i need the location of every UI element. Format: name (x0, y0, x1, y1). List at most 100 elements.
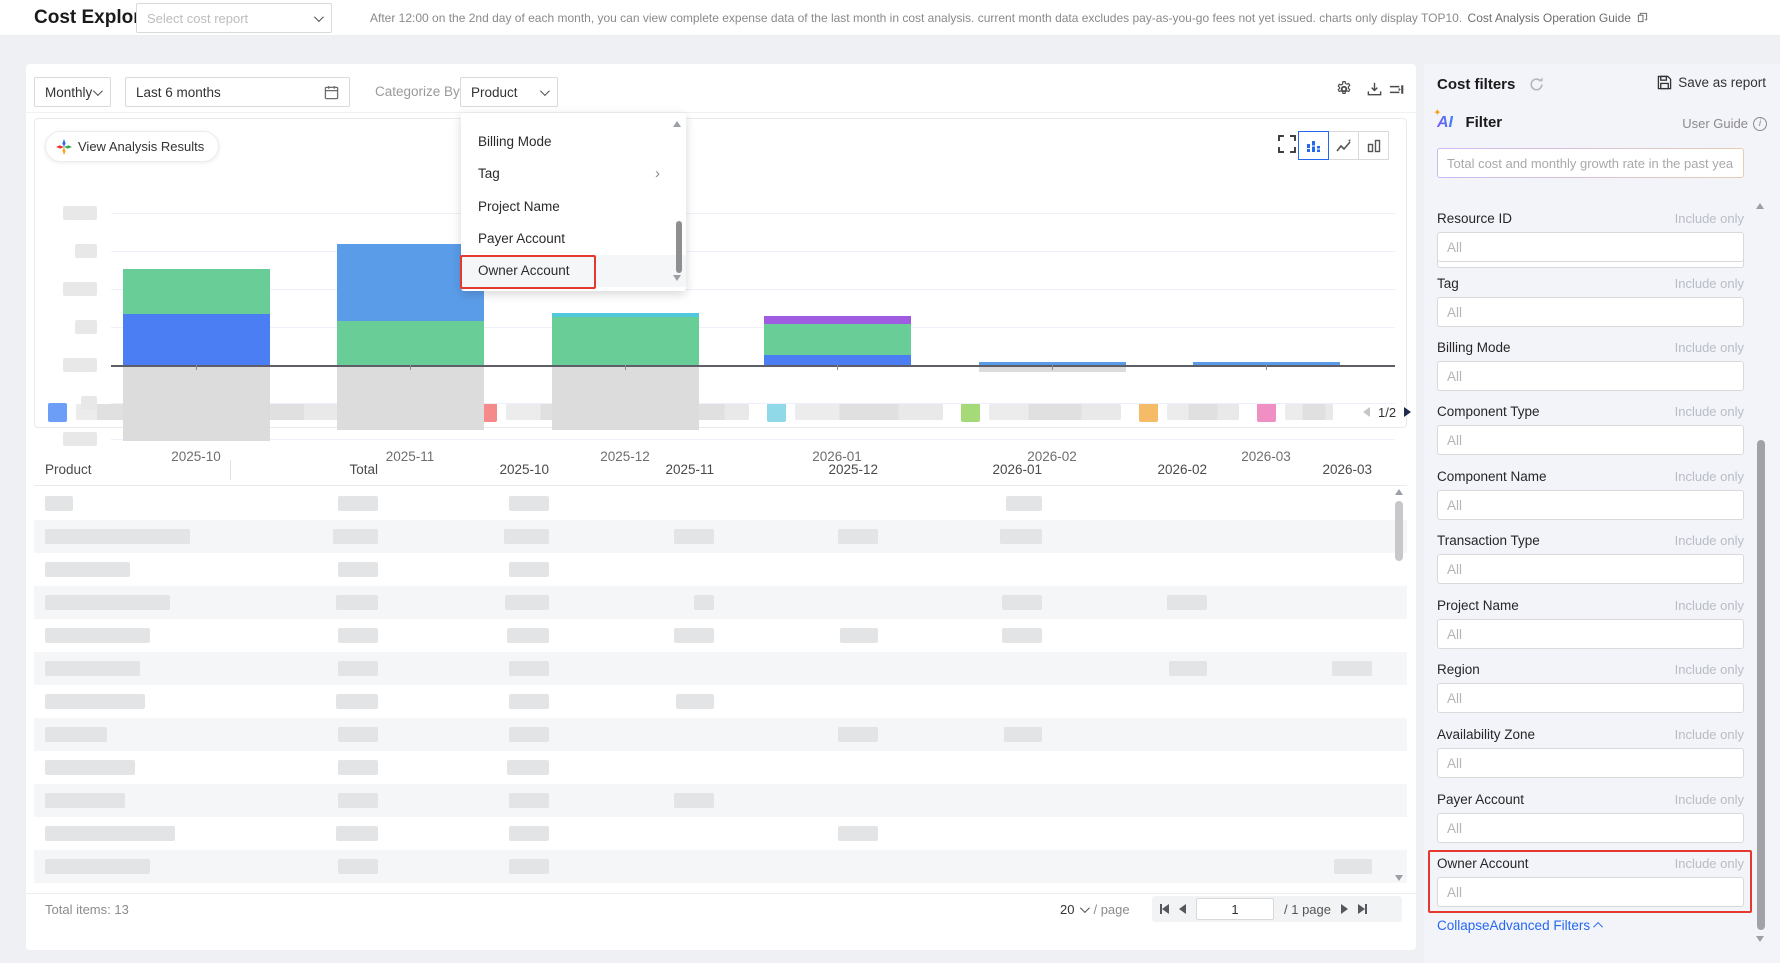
include-only-label: Include only (1674, 856, 1744, 871)
filter-input-project-name[interactable] (1437, 619, 1744, 649)
include-only-label: Include only (1674, 469, 1744, 484)
redacted-y-axis-label (75, 244, 97, 258)
download-icon[interactable] (1363, 78, 1385, 100)
redacted-value-cell (1000, 529, 1042, 544)
chevron-down-icon (92, 85, 103, 96)
table-row[interactable] (34, 784, 1407, 817)
last-page-button[interactable] (1358, 904, 1367, 914)
collapse-advanced-filters-link[interactable]: CollapseAdvanced Filters (1437, 918, 1604, 933)
filter-input-transaction-type[interactable] (1437, 554, 1744, 584)
date-range-picker[interactable]: Last 6 months (125, 77, 350, 107)
table-row[interactable] (34, 553, 1407, 586)
filter-input-component-type[interactable] (1437, 425, 1744, 455)
save-as-report-button[interactable]: Save as report (1657, 75, 1766, 90)
menu-item-billing-mode[interactable]: Billing Mode (461, 126, 686, 158)
bar-segment-2026-01[interactable] (763, 316, 911, 324)
bar-negative-segment-2025-10[interactable] (122, 367, 270, 441)
bar-segment-2026-01[interactable] (763, 355, 911, 365)
bar-negative-segment-2025-12[interactable] (551, 367, 699, 430)
table-row[interactable] (34, 718, 1407, 751)
legend-next-icon[interactable] (1404, 407, 1412, 417)
view-analysis-results-button[interactable]: View Analysis Results (45, 131, 220, 162)
include-only-label: Include only (1674, 598, 1744, 613)
cost-report-select[interactable]: Select cost report (136, 3, 332, 33)
column-header-2025-10: 2025-10 (499, 462, 549, 477)
filter-input-component-name[interactable] (1437, 490, 1744, 520)
table-scrollbar[interactable] (1394, 487, 1404, 885)
filter-input-tag[interactable] (1437, 297, 1744, 327)
legend-item[interactable] (767, 402, 943, 422)
next-page-button[interactable] (1341, 904, 1348, 914)
legend-item[interactable] (961, 402, 1121, 422)
ai-filter-header: ✦ AI Filter User Guide i (1434, 108, 1767, 136)
calendar-icon (324, 85, 339, 99)
menu-item-owner-account[interactable]: Owner Account (461, 255, 686, 288)
redacted-value-cell (509, 727, 549, 742)
filter-input-availability-zone[interactable] (1437, 748, 1744, 778)
bar-segment-2025-10[interactable] (122, 314, 270, 365)
table-row[interactable] (34, 487, 1407, 520)
legend-swatch (48, 402, 67, 422)
bar-segment-2025-11[interactable] (336, 321, 484, 365)
settings-gear-icon[interactable] (1333, 78, 1355, 100)
table-row[interactable] (34, 619, 1407, 652)
menu-item-payer-account[interactable]: Payer Account (461, 223, 686, 255)
page-size-select[interactable]: 20 / page (1060, 902, 1130, 917)
filter-input-owner-account[interactable] (1437, 877, 1744, 907)
filter-input-region[interactable] (1437, 683, 1744, 713)
categorize-by-select[interactable]: Product (460, 77, 558, 107)
filter-input-billing-mode[interactable] (1437, 361, 1744, 391)
bar-segment-2025-10[interactable] (122, 269, 270, 314)
table-row[interactable] (34, 751, 1407, 784)
table-row[interactable] (34, 652, 1407, 685)
redacted-value-cell (338, 727, 378, 742)
chevron-down-icon (313, 11, 324, 22)
prev-page-button[interactable] (1179, 904, 1186, 914)
ai-logo: ✦ AI (1434, 108, 1453, 131)
filter-label-availability-zone: Availability Zone (1437, 727, 1536, 742)
redacted-product-cell (45, 595, 170, 610)
sidebar-scroll-up-icon[interactable] (1756, 203, 1764, 209)
redacted-value-cell (338, 859, 378, 874)
sidebar-scroll-down-icon[interactable] (1756, 936, 1764, 942)
fullscreen-icon[interactable] (1277, 134, 1299, 156)
menu-item-project-name[interactable]: Project Name (461, 191, 686, 223)
bar-segment-2025-12[interactable] (551, 317, 699, 365)
include-only-label: Include only (1674, 211, 1744, 226)
user-guide-link[interactable]: User Guide i (1682, 116, 1767, 131)
table-row[interactable] (34, 520, 1407, 553)
filter-input-payer-account[interactable] (1437, 813, 1744, 843)
page-number-input[interactable] (1196, 898, 1274, 920)
bar-negative-segment-2025-11[interactable] (336, 367, 484, 430)
legend-item[interactable] (1257, 402, 1333, 422)
legend-item[interactable] (1139, 402, 1239, 422)
first-page-button[interactable] (1160, 904, 1169, 914)
bar-segment-2025-12[interactable] (551, 313, 699, 317)
filter-input-resource-id[interactable] (1437, 232, 1744, 262)
collapse-filters-icon[interactable] (1385, 78, 1407, 100)
operation-guide-link[interactable]: Cost Analysis Operation Guide (1468, 11, 1631, 25)
table-row[interactable] (34, 685, 1407, 718)
granularity-select[interactable]: Monthly (34, 77, 111, 107)
stacked-bar-chart-button[interactable] (1298, 131, 1329, 160)
menu-scrollbar-thumb[interactable] (676, 221, 682, 273)
menu-item-tag[interactable]: Tag › (461, 158, 686, 190)
legend-prev-icon[interactable] (1363, 407, 1370, 417)
bar-segment-2026-01[interactable] (763, 324, 911, 355)
table-row[interactable] (34, 817, 1407, 850)
scroll-up-icon[interactable] (1395, 489, 1403, 495)
redacted-value-cell (838, 529, 878, 544)
cost-report-placeholder: Select cost report (147, 10, 249, 26)
scroll-down-icon[interactable] (1395, 875, 1403, 881)
scrollbar-thumb[interactable] (1395, 501, 1403, 561)
submenu-arrow-icon: › (655, 165, 660, 183)
table-row[interactable] (34, 850, 1407, 883)
menu-scroll-down-icon[interactable] (673, 275, 681, 281)
redacted-value-cell (509, 562, 549, 577)
table-row[interactable] (34, 586, 1407, 619)
refresh-icon[interactable] (1528, 76, 1546, 94)
line-chart-button[interactable] (1328, 131, 1359, 160)
sidebar-scrollbar-thumb[interactable] (1757, 440, 1765, 930)
column-chart-button[interactable] (1358, 131, 1389, 160)
ai-filter-input[interactable] (1437, 148, 1744, 178)
